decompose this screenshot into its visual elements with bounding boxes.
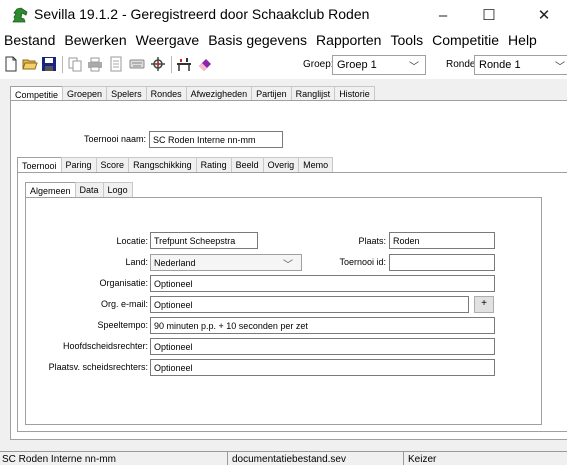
chevron-down-icon: ﹀	[409, 62, 419, 73]
plaatsv-scheidsrechters-input[interactable]: Optioneel	[150, 359, 495, 376]
tab-memo[interactable]: Memo	[298, 157, 334, 173]
organisatie-label: Organisatie:	[99, 278, 148, 288]
sub-tabs: Toernooi Paring Score Rangschikking Rati…	[17, 157, 334, 173]
menu-rapporten[interactable]: Rapporten	[316, 30, 381, 51]
org-email-label: Org. e-mail:	[100, 299, 148, 309]
chess-table-icon[interactable]	[176, 56, 192, 72]
group-label: Groep:	[303, 59, 334, 70]
open-folder-icon[interactable]	[22, 56, 38, 72]
land-label: Land:	[125, 257, 148, 267]
menu-bewerken[interactable]: Bewerken	[64, 30, 126, 51]
hoofdscheidsrechter-input[interactable]: Optioneel	[150, 338, 495, 355]
speeltempo-label: Speeltempo:	[97, 320, 148, 330]
group-select-value: Groep 1	[337, 59, 377, 71]
hoofdscheidsrechter-label: Hoofdscheidsrechter:	[62, 341, 148, 351]
status-separator	[227, 452, 228, 465]
inner-tabs: Algemeen Data Logo	[25, 182, 133, 198]
group-select[interactable]: Groep 1 ﹀	[332, 55, 426, 75]
locatie-input[interactable]: Trefpunt Scheepstra	[150, 232, 258, 249]
close-button[interactable]: ✕	[521, 0, 567, 30]
land-select[interactable]: Nederland ﹀	[150, 254, 302, 271]
tab-paring[interactable]: Paring	[60, 157, 97, 173]
menu-weergave[interactable]: Weergave	[136, 30, 200, 51]
speeltempo-input[interactable]: 90 minuten p.p. + 10 seconden per zet	[150, 317, 495, 334]
organisatie-input[interactable]: Optioneel	[150, 275, 495, 292]
plaats-input[interactable]: Roden	[389, 232, 495, 249]
minimize-button[interactable]: –	[420, 0, 466, 30]
tournament-name-label: Toernooi naam:	[83, 134, 146, 144]
new-document-icon[interactable]	[3, 56, 19, 72]
plaats-label: Plaats:	[358, 236, 386, 246]
menu-basis-gegevens[interactable]: Basis gegevens	[208, 30, 307, 51]
status-tournament: SC Roden Interne nn-mm	[2, 454, 116, 465]
window-title: Sevilla 19.1.2 - Geregistreerd door Scha…	[34, 6, 370, 22]
menu-competitie[interactable]: Competitie	[432, 30, 499, 51]
eraser-icon[interactable]	[197, 56, 213, 72]
locatie-label: Locatie:	[116, 236, 148, 246]
tab-algemeen[interactable]: Algemeen	[25, 182, 76, 198]
toolbar-separator	[62, 56, 63, 73]
chevron-down-icon: ﹀	[283, 260, 293, 271]
status-system: Keizer	[408, 454, 437, 465]
toernooi-id-label: Toernooi id:	[339, 257, 386, 267]
menu-tools[interactable]: Tools	[390, 30, 423, 51]
round-select-value: Ronde 1	[479, 59, 521, 71]
chess-knight-icon	[12, 7, 28, 23]
tab-data[interactable]: Data	[74, 182, 104, 198]
tab-logo[interactable]: Logo	[102, 182, 133, 198]
keyboard-icon[interactable]	[129, 56, 145, 72]
tab-score[interactable]: Score	[95, 157, 130, 173]
tab-beeld[interactable]: Beeld	[230, 157, 264, 173]
tab-overig[interactable]: Overig	[262, 157, 300, 173]
status-separator	[403, 452, 404, 465]
org-email-input[interactable]: Optioneel	[150, 296, 469, 313]
menu-help[interactable]: Help	[508, 30, 537, 51]
add-email-button[interactable]: +	[474, 296, 494, 313]
tab-toernooi[interactable]: Toernooi	[17, 157, 62, 173]
round-select[interactable]: Ronde 1 ﹀	[474, 55, 567, 75]
tab-rating[interactable]: Rating	[195, 157, 232, 173]
chevron-down-icon: ﹀	[555, 62, 565, 73]
maximize-button[interactable]: ☐	[466, 0, 512, 30]
menu-bestand[interactable]: Bestand	[4, 30, 55, 51]
status-file: documentatiebestand.sev	[232, 454, 346, 465]
tournament-name-input[interactable]: SC Roden Interne nn-mm	[149, 131, 283, 148]
pairing-tool-icon[interactable]	[150, 56, 166, 72]
plaatsv-scheidsrechters-label: Plaatsv. scheidsrechters:	[48, 362, 148, 372]
menu-bar: Bestand Bewerken Weergave Basis gegevens…	[0, 30, 567, 51]
toolbar-separator	[171, 56, 172, 73]
toernooi-id-input[interactable]	[389, 254, 495, 271]
copy-icon[interactable]	[67, 56, 83, 72]
land-select-value: Nederland	[154, 258, 196, 268]
print-icon[interactable]	[87, 56, 103, 72]
tab-rangschikking[interactable]: Rangschikking	[128, 157, 197, 173]
print-preview-icon[interactable]	[108, 56, 124, 72]
save-icon[interactable]	[41, 56, 57, 72]
